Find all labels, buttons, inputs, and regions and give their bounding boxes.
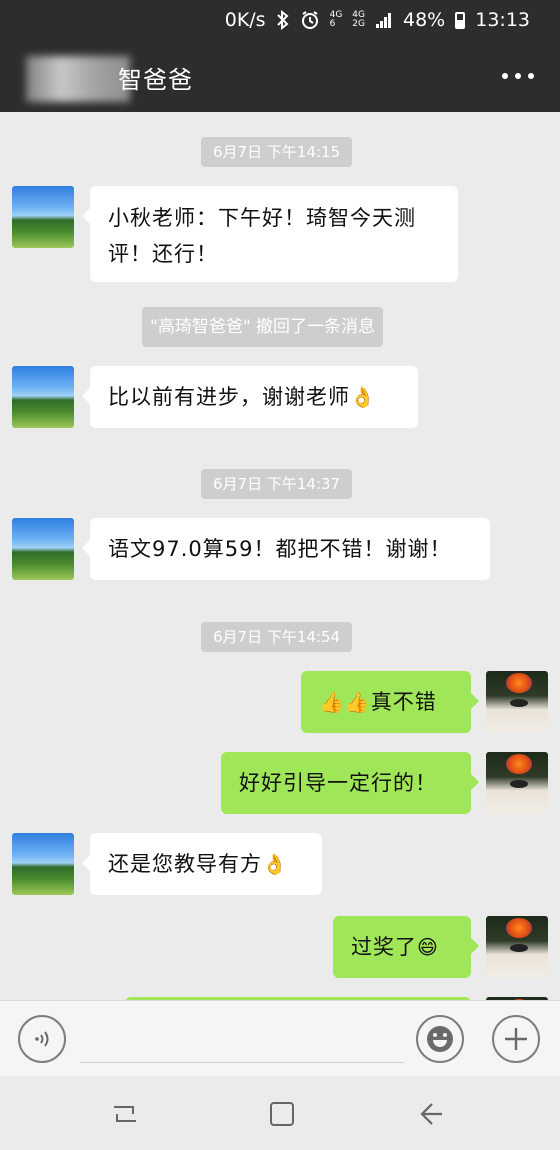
timestamp: 6月7日 下午14:15 [201,137,353,167]
ok-hand-emoji: 👌 [262,852,288,876]
message-bubble[interactable]: 比以前有进步，谢谢老师👌 [82,366,418,428]
network-1: 4G 6 [329,10,343,29]
battery-icon [455,11,466,29]
dot-icon [515,73,521,79]
blurred-name-overlay [26,56,130,102]
ok-hand-emoji: 👌 [350,385,376,409]
home-button[interactable] [262,1096,302,1132]
bluetooth-icon [276,10,290,30]
message-bubble[interactable]: 好好引导一定行的！ [221,752,479,814]
input-bar [0,1000,560,1076]
message-bubble[interactable]: 还是您教导有方👌 [82,833,322,895]
status-bar: 0K/s 4G 6 4G 2G 48% 13:13 [0,0,560,40]
back-arrow-icon [420,1103,442,1125]
thumbs-up-emoji: 👍👍 [319,690,371,714]
grinning-face-emoji: 😄 [417,935,439,959]
emoji-button[interactable] [416,1015,464,1063]
back-button[interactable] [410,1096,450,1132]
voice-input-button[interactable] [18,1015,66,1063]
network-speed: 0K/s [224,9,266,31]
message-bubble[interactable]: 👍👍真不错 [301,671,479,733]
my-avatar[interactable] [486,916,548,978]
dot-icon [528,73,534,79]
battery-percent: 48% [403,9,446,31]
more-options-button[interactable] [502,62,534,90]
message-bubble[interactable]: 过奖了😄 [333,916,479,978]
timestamp: 6月7日 下午14:37 [201,469,353,499]
chat-messages[interactable]: 6月7日 下午14:15 小秋老师：下午好！琦智今天测评！还行！ "高琦智爸爸"… [0,112,560,1000]
plus-icon [505,1028,527,1050]
network-2: 4G 2G [352,10,365,29]
smiley-icon [427,1026,453,1052]
message-bubble[interactable]: 语文97.0算59！都把不错！谢谢！ [82,518,490,580]
contact-avatar[interactable] [12,186,74,248]
signal-icon [375,11,393,29]
recent-apps-button[interactable] [106,1096,146,1132]
message-input[interactable] [80,1015,404,1063]
alarm-icon [300,10,320,30]
recall-notice: "高琦智爸爸" 撤回了一条消息 [142,307,384,347]
dot-icon [502,73,508,79]
chat-title[interactable]: 智爸爸 [118,60,193,95]
timestamp: 6月7日 下午14:54 [201,622,353,652]
my-avatar[interactable] [486,671,548,733]
message-bubble[interactable]: 小秋老师：下午好！琦智今天测评！还行！ [82,186,458,282]
system-nav-bar [0,1076,560,1150]
contact-avatar[interactable] [12,518,74,580]
chat-header: 智爸爸 [0,40,560,112]
more-actions-button[interactable] [492,1015,540,1063]
clock: 13:13 [475,9,530,31]
contact-avatar[interactable] [12,833,74,895]
voice-icon [35,1031,49,1047]
contact-avatar[interactable] [12,366,74,428]
my-avatar[interactable] [486,752,548,814]
